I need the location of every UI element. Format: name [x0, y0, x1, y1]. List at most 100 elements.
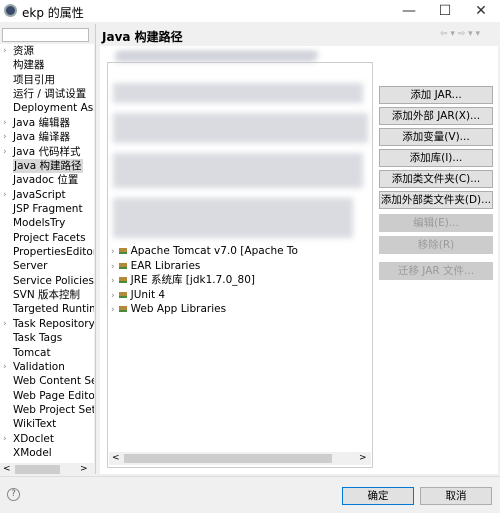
sidebar-item-label: JSP Fragment [13, 202, 83, 215]
eclipse-app-icon [4, 4, 17, 17]
tree-item[interactable]: › JRE 系统库 [jdk1.7.0_80] [111, 273, 255, 287]
expand-chevron-icon[interactable]: › [3, 116, 7, 130]
sidebar-item[interactable]: PropertiesEditor [0, 245, 94, 259]
expand-chevron-icon[interactable]: › [111, 305, 115, 315]
close-button[interactable]: ✕ [458, 0, 500, 22]
scroll-right-icon[interactable]: > [80, 464, 88, 474]
sidebar-item-label: Task Repository [13, 317, 94, 330]
scroll-left-icon[interactable]: < [3, 464, 11, 474]
sidebar-item[interactable]: Server [0, 259, 94, 273]
sidebar-item[interactable]: Task Tags [0, 331, 94, 345]
sidebar-item[interactable]: Java 构建路径 [0, 158, 94, 173]
sidebar-item[interactable]: Web Project Settings [0, 403, 94, 417]
expand-chevron-icon[interactable]: › [111, 276, 115, 286]
expand-chevron-icon[interactable]: › [3, 130, 7, 144]
sidebar-item[interactable]: › Validation [0, 360, 94, 374]
sidebar-item[interactable]: 构建器 [0, 58, 94, 72]
ok-button[interactable]: 确定 [342, 487, 414, 505]
sidebar-item[interactable]: Targeted Runtimes [0, 302, 94, 316]
sidebar-item[interactable]: Javadoc 位置 [0, 173, 94, 187]
tree-item-label: Apache Tomcat v7.0 [Apache To [130, 245, 298, 257]
tree-item[interactable]: › JUnit 4 [111, 288, 165, 302]
sidebar-item[interactable]: Service Policies [0, 274, 94, 288]
sidebar-item-label: 构建器 [13, 59, 45, 72]
expand-chevron-icon[interactable]: › [111, 262, 115, 272]
sidebar-item-label: Web Project Settings [13, 404, 94, 416]
sidebar-item[interactable]: › Java 编译器 [0, 130, 94, 144]
sidebar-item-label: Project Facets [13, 231, 86, 244]
cancel-button[interactable]: 取消 [420, 487, 492, 505]
history-nav-icons[interactable]: ⇦ ▾ ⇨ ▾ ▾ [440, 29, 480, 39]
sidebar-item[interactable]: 项目引用 [0, 73, 94, 87]
tree-item[interactable]: › Web App Libraries [111, 302, 226, 316]
sidebar-horizontal-scrollbar[interactable]: < > [0, 463, 90, 476]
sidebar-item[interactable]: Deployment Assembly [0, 101, 94, 115]
sidebar-item-label: Java 编辑器 [13, 116, 71, 129]
sidebar-item[interactable]: JSP Fragment [0, 202, 94, 216]
sidebar-item[interactable]: WikiText [0, 417, 94, 431]
filter-input[interactable] [2, 28, 89, 42]
build-path-action-button[interactable]: 添加变量(V)... [379, 128, 493, 146]
sidebar-item[interactable]: Tomcat [0, 346, 94, 360]
build-path-action-button[interactable]: 移除(R) [379, 236, 493, 254]
sidebar-item-label: JavaScript [13, 188, 66, 201]
build-path-action-button[interactable]: 添加类文件夹(C)... [379, 170, 493, 188]
scroll-thumb[interactable] [124, 454, 332, 463]
sidebar-item[interactable]: Project Facets [0, 231, 94, 245]
expand-chevron-icon[interactable]: › [3, 44, 7, 58]
tree-item[interactable]: › Apache Tomcat v7.0 [Apache To [111, 244, 298, 258]
library-icon [118, 262, 127, 269]
build-path-action-button[interactable]: 编辑(E)... [379, 214, 493, 232]
library-icon [118, 306, 127, 313]
sidebar-item[interactable]: › Java 代码样式 [0, 145, 94, 159]
expand-chevron-icon[interactable]: › [3, 188, 7, 202]
expand-chevron-icon[interactable]: › [111, 291, 115, 301]
sidebar-item-label: PropertiesEditor [13, 246, 94, 259]
sidebar-item[interactable]: Web Content Settings [0, 374, 94, 388]
expand-chevron-icon[interactable]: › [111, 247, 115, 257]
page-title: Java 构建路径 [102, 30, 183, 44]
tree-item-label: JUnit 4 [130, 288, 166, 301]
pane-divider[interactable] [95, 24, 96, 474]
blurred-content [115, 52, 315, 62]
window-title: ekp 的属性 [22, 6, 84, 20]
build-path-action-button[interactable]: 迁移 JAR 文件... [379, 262, 493, 280]
sidebar-item[interactable]: › XDoclet [0, 432, 94, 446]
scroll-thumb[interactable] [15, 465, 60, 474]
tree-item[interactable]: › EAR Libraries [111, 259, 200, 273]
build-path-action-button[interactable]: 添加外部 JAR(X)... [379, 107, 493, 125]
blurred-content [113, 198, 353, 238]
sidebar-item-label: Java 编译器 [13, 131, 71, 144]
sidebar-item-label: 运行 / 调试设置 [13, 88, 87, 101]
tree-horizontal-scrollbar[interactable]: < > [109, 452, 371, 465]
build-path-tree[interactable]: › Apache Tomcat v7.0 [Apache To › EAR Libra… [107, 51, 373, 468]
sidebar-item-label: Tomcat [13, 346, 51, 359]
sidebar-item-label: XDoclet [13, 432, 54, 445]
sidebar-item-label: Deployment Assembly [13, 102, 94, 115]
expand-chevron-icon[interactable]: › [3, 360, 7, 374]
sidebar-item[interactable]: Web Page Editor [0, 389, 94, 403]
expand-chevron-icon[interactable]: › [3, 432, 7, 446]
sidebar-item[interactable]: SVN 版本控制 [0, 288, 94, 302]
sidebar-item[interactable]: › 资源 [0, 44, 94, 58]
sidebar-item-label: Java 代码样式 [13, 145, 81, 158]
sidebar-item-label: Server [13, 260, 48, 273]
blurred-content [113, 153, 363, 188]
scroll-left-icon[interactable]: < [112, 453, 120, 463]
tree-item-label: Web App Libraries [130, 303, 227, 316]
sidebar-item[interactable]: XModel [0, 446, 94, 460]
scroll-right-icon[interactable]: > [359, 453, 367, 463]
sidebar-item[interactable]: › Java 编辑器 [0, 116, 94, 130]
help-icon[interactable]: ? [7, 488, 20, 501]
sidebar-item[interactable]: ModelsTry [0, 216, 94, 230]
tree-item-label: JRE 系统库 [jdk1.7.0_80] [130, 274, 255, 287]
sidebar-item[interactable]: 运行 / 调试设置 [0, 87, 94, 101]
build-path-action-button[interactable]: 添加外部类文件夹(D)... [379, 191, 493, 209]
expand-chevron-icon[interactable]: › [3, 317, 7, 331]
sidebar-item-label: Validation [13, 360, 65, 373]
build-path-action-button[interactable]: 添加库(I)... [379, 149, 493, 167]
expand-chevron-icon[interactable]: › [3, 145, 7, 159]
build-path-action-button[interactable]: 添加 JAR... [379, 86, 493, 104]
sidebar-item[interactable]: › JavaScript [0, 188, 94, 202]
sidebar-item[interactable]: › Task Repository [0, 317, 94, 331]
